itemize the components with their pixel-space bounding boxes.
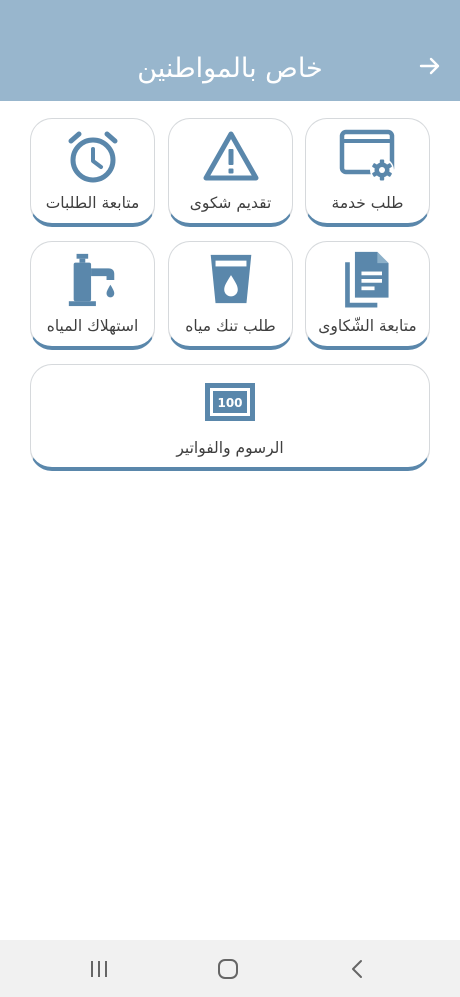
alarm-clock-icon — [68, 131, 117, 183]
recent-apps-icon[interactable] — [87, 958, 111, 980]
tile-label: متابعة الشّكاوى — [318, 317, 417, 335]
tile-track-requests[interactable]: متابعة الطلبات — [30, 118, 155, 227]
tile-water-consumption[interactable]: استهلاك المياه — [30, 241, 155, 350]
documents-icon — [344, 251, 389, 308]
banknote-icon: 100 — [205, 383, 255, 421]
system-nav-bar — [0, 940, 460, 997]
tile-label: استهلاك المياه — [46, 317, 139, 335]
tile-label: متابعة الطلبات — [45, 194, 140, 212]
warning-triangle-icon — [203, 131, 258, 181]
banknote-value: 100 — [217, 396, 242, 410]
back-chevron-icon[interactable] — [346, 958, 370, 980]
water-glass-icon — [210, 254, 251, 304]
tile-fees-bills[interactable]: 100 الرسوم والفواتير — [30, 364, 430, 471]
page-title: خاص بالمواطنين — [137, 53, 323, 84]
tile-water-tank-request[interactable]: طلب تنك مياه — [168, 241, 293, 350]
tile-submit-complaint[interactable]: تقديم شكوى — [168, 118, 293, 227]
water-tap-icon — [68, 253, 114, 307]
home-icon[interactable] — [216, 958, 240, 980]
tile-label: طلب خدمة — [331, 194, 404, 212]
arrow-right-icon[interactable] — [418, 54, 442, 78]
tile-service-request[interactable]: طلب خدمة — [305, 118, 430, 227]
window-gear-icon — [339, 129, 394, 182]
app-header: خاص بالمواطنين — [0, 0, 460, 101]
tile-label: طلب تنك مياه — [185, 317, 276, 335]
tile-label: الرسوم والفواتير — [176, 439, 284, 457]
tile-label: تقديم شكوى — [189, 194, 272, 212]
tile-track-complaints[interactable]: متابعة الشّكاوى — [305, 241, 430, 350]
